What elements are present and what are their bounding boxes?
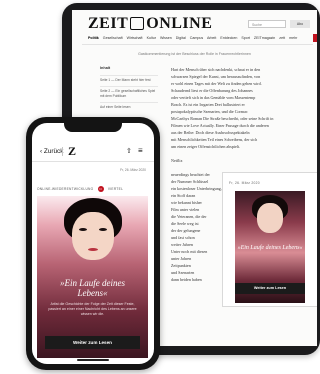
zeit-logo[interactable]: Z bbox=[68, 144, 76, 159]
article-line: Schaudernd liest er die Offenbarung des … bbox=[171, 88, 253, 93]
sidebar-item[interactable]: Seite 2 — Ein gesellschaftliches Spiel m… bbox=[100, 86, 158, 98]
article-line: McCarthys Roman Die Straße beschreibt, o… bbox=[171, 116, 274, 121]
nav-item[interactable]: Wissen bbox=[160, 36, 172, 40]
logo-right: ONLINE bbox=[146, 15, 213, 32]
header-separator bbox=[62, 147, 63, 156]
nav-item[interactable]: Campus bbox=[190, 36, 203, 40]
phone-device: ‹ Zurück Z ⇧ ≡ Fr, 26. März 2020 ONLINE-… bbox=[26, 117, 160, 370]
article-line bbox=[171, 164, 311, 171]
nav-item[interactable]: ZEITmagazin bbox=[254, 36, 275, 40]
tag-badge: N bbox=[97, 186, 104, 192]
article-line bbox=[171, 150, 311, 157]
nav-item[interactable]: zett bbox=[279, 36, 285, 40]
menu-icon[interactable]: ≡ bbox=[138, 147, 143, 155]
back-button[interactable]: ‹ Zurück bbox=[40, 148, 63, 155]
sidebar-item[interactable]: Seite 1 — Der Mann steht hier fest bbox=[100, 75, 158, 82]
portrait-eye bbox=[79, 228, 87, 231]
hero-title-line: »Ein Laufe deines bbox=[60, 278, 125, 288]
nav-item[interactable]: Sport bbox=[241, 36, 250, 40]
portrait-face bbox=[72, 212, 114, 260]
hero-title: »Ein Laufe deines Lebens« bbox=[37, 278, 148, 298]
nav-item[interactable]: Wirtschaft bbox=[127, 36, 143, 40]
header-divider bbox=[32, 161, 154, 162]
abo-button[interactable]: Abo bbox=[290, 20, 310, 28]
portrait-lips bbox=[88, 248, 98, 251]
zeit-online-logo[interactable]: ZEIT ONLINE bbox=[88, 15, 212, 33]
continue-reading-button[interactable]: Weiter zum Lesen bbox=[45, 336, 140, 349]
back-label: Zurück bbox=[43, 148, 64, 155]
logo-left: ZEIT bbox=[88, 15, 129, 32]
article-line: um einen zeiger Offensichtlichen abspiel… bbox=[171, 144, 241, 149]
continue-reading-button[interactable]: Weiter zum Lesen bbox=[235, 283, 305, 294]
article-date: Fr, 26. März 2020 bbox=[120, 168, 146, 172]
account-marker[interactable] bbox=[313, 34, 317, 42]
share-icon[interactable]: ⇧ bbox=[126, 147, 132, 155]
search-input[interactable]: Suche bbox=[248, 20, 286, 28]
hero-teaser[interactable]: »Ein Laufe deines Lebens« Artist die Ges… bbox=[37, 196, 148, 358]
portrait-eye bbox=[99, 228, 107, 231]
phone-notch bbox=[64, 123, 122, 132]
article-line: schwarzen Spiegel der Kunst, um herauszu… bbox=[171, 74, 261, 79]
tag-left[interactable]: ONLINE-WIEDERENTWICKLUNG bbox=[37, 187, 93, 191]
sidebar-item[interactable]: Auf einer Seite lesen bbox=[100, 102, 158, 109]
header-divider bbox=[82, 44, 313, 45]
article-line: Filmen wie Love Actually. Einer Passage … bbox=[171, 123, 269, 128]
home-indicator bbox=[77, 359, 109, 361]
article-line: postapokalyptische Szenarien, und die Co… bbox=[171, 109, 248, 114]
article-line: aus der Reihe: Doch diese Ausbruchsspekt… bbox=[171, 130, 250, 135]
article-line: Hart der Mensch über sich nachdenkt, sch… bbox=[171, 67, 261, 72]
nav-item[interactable]: Gesellschaft bbox=[103, 36, 123, 40]
hero-title-line: Lebens« bbox=[77, 288, 108, 298]
phone-screen: ‹ Zurück Z ⇧ ≡ Fr, 26. März 2020 ONLINE-… bbox=[32, 123, 154, 364]
article-line: oder vertieft sich in das Gemälde vom Ma… bbox=[171, 95, 256, 100]
chevron-left-icon: ‹ bbox=[40, 148, 43, 155]
teaser-title: »Ein Laufe deines Lebens« bbox=[237, 245, 303, 251]
article-tags: ONLINE-WIEDERENTWICKLUNG N VIERTEL bbox=[37, 186, 123, 192]
article-line: er wohl einen Tages mit der Welt zu find… bbox=[171, 81, 262, 86]
teaser-card[interactable]: Fr, 26. März 2020 »Ein Laufe deines Lebe… bbox=[222, 172, 317, 307]
hero-subtitle: Artist die Geschichte der Folge der Zeit… bbox=[48, 302, 137, 316]
breadcrumb: Gastkommentierung ist der Beschluss der … bbox=[138, 52, 251, 56]
nav-item[interactable]: Entdecken bbox=[220, 36, 237, 40]
teaser-date: Fr, 26. März 2020 bbox=[229, 181, 260, 185]
portrait-face bbox=[257, 203, 283, 233]
article-line: mit Menschlichkeiten Teil eines Schreibe… bbox=[171, 137, 258, 142]
nav-item[interactable]: mehr bbox=[289, 36, 297, 40]
sidebar-title: Inhalt bbox=[100, 66, 111, 70]
article-line: Bosch. Es ist ein Irrgarten Drei ballust… bbox=[171, 102, 245, 107]
article-line: Netflix bbox=[171, 158, 183, 163]
main-navigation: Politik Gesellschaft Wirtschaft Kultur W… bbox=[88, 36, 313, 40]
nav-item[interactable]: Arbeit bbox=[207, 36, 216, 40]
nav-item[interactable]: Kultur bbox=[147, 36, 156, 40]
nav-item[interactable]: Politik bbox=[88, 36, 99, 40]
nav-item[interactable]: Digital bbox=[176, 36, 186, 40]
tag-right[interactable]: VIERTEL bbox=[108, 187, 123, 191]
zeit-seal-icon bbox=[130, 16, 145, 30]
article-sidebar: Inhalt Seite 1 — Der Mann steht hier fes… bbox=[100, 66, 158, 114]
